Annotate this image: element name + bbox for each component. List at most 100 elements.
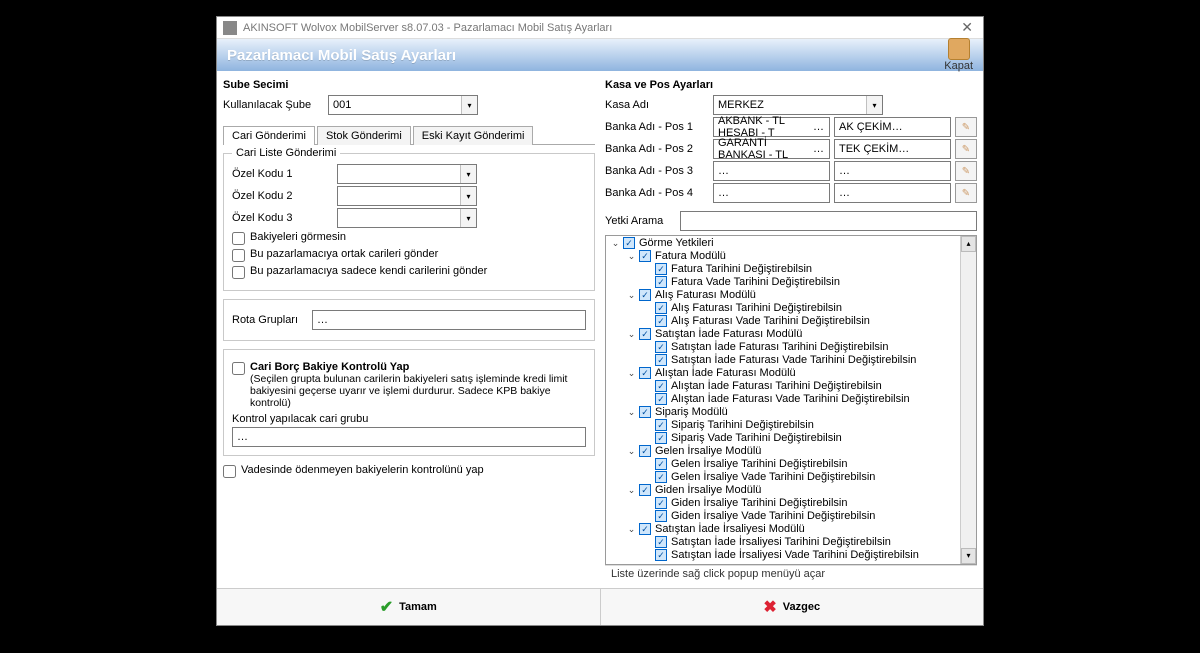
tree-node[interactable]: ⌄✓Satıştan İade İrsaliyesi Modülü bbox=[626, 523, 976, 535]
tree-node[interactable]: ✓Alıştan İade Faturası Tarihini Değiştir… bbox=[642, 380, 976, 392]
tree-node[interactable]: ✓Fatura Vade Tarihini Değiştirebilsin bbox=[642, 276, 976, 288]
tree-node[interactable]: ⌄✓Alış Faturası Modülü bbox=[626, 289, 976, 301]
tree-node[interactable]: ✓Gelen İrsaliye Tarihini Değiştirebilsin bbox=[642, 458, 976, 470]
checkbox-icon[interactable]: ✓ bbox=[655, 549, 667, 561]
pos3-edit-button[interactable]: ✎ bbox=[955, 161, 977, 181]
pos2-bank-input[interactable]: GARANTİ BANKASI - TL… bbox=[713, 139, 830, 159]
left-column: Sube Secimi Kullanılacak Şube 001▾ Cari … bbox=[223, 77, 595, 582]
tree-node[interactable]: ⌄✓Giden İrsaliye Modülü bbox=[626, 484, 976, 496]
checkbox-icon[interactable]: ✓ bbox=[655, 341, 667, 353]
kasa-combo[interactable]: MERKEZ▾ bbox=[713, 95, 883, 115]
checkbox-icon[interactable]: ✓ bbox=[655, 471, 667, 483]
tab-stok[interactable]: Stok Gönderimi bbox=[317, 126, 411, 145]
tree-node[interactable]: ⌄✓Fatura Modülü bbox=[626, 250, 976, 262]
chk-ortak[interactable] bbox=[232, 249, 245, 262]
kontrol-grubu-input[interactable]: … bbox=[232, 427, 586, 447]
chk-bakiye[interactable] bbox=[232, 232, 245, 245]
checkbox-icon[interactable]: ✓ bbox=[655, 263, 667, 275]
pos4-type-input[interactable]: … bbox=[834, 183, 951, 203]
tree-node[interactable]: ✓Gelen İrsaliye Vade Tarihini Değiştireb… bbox=[642, 471, 976, 483]
pos-row: Banka Adı - Pos 1AKBANK - TL HESABI - T…… bbox=[605, 117, 977, 137]
cancel-button[interactable]: ✖Vazgec bbox=[601, 589, 984, 625]
pos3-bank-input[interactable]: … bbox=[713, 161, 830, 181]
tree-node[interactable]: ⌄✓Satıştan İade Faturası Modülü bbox=[626, 328, 976, 340]
tree-node[interactable]: ✓Satıştan İade İrsaliyesi Tarihini Değiş… bbox=[642, 536, 976, 548]
checkbox-icon[interactable]: ✓ bbox=[639, 484, 651, 496]
checkbox-icon[interactable]: ✓ bbox=[655, 497, 667, 509]
tree-node[interactable]: ✓Fatura Tarihini Değiştirebilsin bbox=[642, 263, 976, 275]
checkbox-icon[interactable]: ✓ bbox=[655, 380, 667, 392]
tab-eski[interactable]: Eski Kayıt Gönderimi bbox=[413, 126, 534, 145]
button-bar: ✔Tamam ✖Vazgec bbox=[217, 588, 983, 625]
tree-node[interactable]: ✓Satıştan İade İrsaliyesi Vade Tarihini … bbox=[642, 549, 976, 561]
checkbox-icon[interactable]: ✓ bbox=[639, 328, 651, 340]
tree-node[interactable]: ⌄✓Alıştan İade Faturası Modülü bbox=[626, 367, 976, 379]
pos-row: Banka Adı - Pos 3……✎ bbox=[605, 161, 977, 181]
pos2-type-input[interactable]: TEK ÇEKİM… bbox=[834, 139, 951, 159]
banner-close-button[interactable]: Kapat bbox=[944, 38, 973, 72]
ozel2-combo[interactable]: ▾ bbox=[337, 186, 477, 206]
scrollbar[interactable]: ▴ ▾ bbox=[960, 236, 976, 564]
tree-node[interactable]: ✓Alıştan İade Faturası Vade Tarihini Değ… bbox=[642, 393, 976, 405]
chevron-down-icon: ▾ bbox=[460, 209, 476, 227]
checkbox-icon[interactable]: ✓ bbox=[655, 510, 667, 522]
pos3-type-input[interactable]: … bbox=[834, 161, 951, 181]
checkbox-icon[interactable]: ✓ bbox=[655, 276, 667, 288]
checkbox-icon[interactable]: ✓ bbox=[655, 315, 667, 327]
chk-vade[interactable] bbox=[223, 465, 236, 478]
ellipsis-icon: … bbox=[237, 431, 249, 443]
chk-borc[interactable] bbox=[232, 362, 245, 375]
rota-input[interactable]: … bbox=[312, 310, 586, 330]
tree-node[interactable]: ✓Satıştan İade Faturası Tarihini Değişti… bbox=[642, 341, 976, 353]
pos1-bank-input[interactable]: AKBANK - TL HESABI - T… bbox=[713, 117, 830, 137]
window-title: AKINSOFT Wolvox MobilServer s8.07.03 - P… bbox=[243, 22, 612, 34]
tree-node[interactable]: ✓Giden İrsaliye Vade Tarihini Değiştireb… bbox=[642, 510, 976, 522]
tree-node[interactable]: ⌄✓Görme Yetkileri bbox=[610, 237, 976, 249]
tree-node[interactable]: ⌄✓Sipariş Modülü bbox=[626, 406, 976, 418]
checkbox-icon[interactable]: ✓ bbox=[623, 237, 635, 249]
checkbox-icon[interactable]: ✓ bbox=[655, 458, 667, 470]
checkbox-icon[interactable]: ✓ bbox=[655, 536, 667, 548]
ok-button[interactable]: ✔Tamam bbox=[217, 589, 601, 625]
checkbox-icon[interactable]: ✓ bbox=[639, 406, 651, 418]
pos1-type-input[interactable]: AK ÇEKİM… bbox=[834, 117, 951, 137]
pos4-edit-button[interactable]: ✎ bbox=[955, 183, 977, 203]
pos1-edit-button[interactable]: ✎ bbox=[955, 117, 977, 137]
checkbox-icon[interactable]: ✓ bbox=[655, 393, 667, 405]
sube-combo[interactable]: 001▾ bbox=[328, 95, 478, 115]
checkbox-icon[interactable]: ✓ bbox=[655, 432, 667, 444]
tree-node[interactable]: ⌄✓Gelen İrsaliye Modülü bbox=[626, 445, 976, 457]
section-kasa: Kasa ve Pos Ayarları bbox=[605, 79, 977, 91]
checkbox-icon[interactable]: ✓ bbox=[639, 367, 651, 379]
permission-tree[interactable]: ⌄✓Görme Yetkileri⌄✓Fatura Modülü✓Fatura … bbox=[605, 235, 977, 565]
titlebar: AKINSOFT Wolvox MobilServer s8.07.03 - P… bbox=[217, 17, 983, 39]
tree-node[interactable]: ✓Satıştan İade Faturası Vade Tarihini De… bbox=[642, 354, 976, 366]
scroll-down-icon[interactable]: ▾ bbox=[961, 548, 976, 564]
checkbox-icon[interactable]: ✓ bbox=[639, 250, 651, 262]
checkbox-icon[interactable]: ✓ bbox=[655, 302, 667, 314]
chevron-down-icon: ▾ bbox=[460, 187, 476, 205]
ellipsis-icon: … bbox=[892, 121, 904, 133]
gonderim-tabs: Cari Gönderimi Stok Gönderimi Eski Kayıt… bbox=[223, 125, 595, 145]
tree-node[interactable]: ✓Alış Faturası Vade Tarihini Değiştirebi… bbox=[642, 315, 976, 327]
tree-node[interactable]: ✓Giden İrsaliye Tarihini Değiştirebilsin bbox=[642, 497, 976, 509]
checkbox-icon[interactable]: ✓ bbox=[655, 419, 667, 431]
yetki-search-input[interactable] bbox=[680, 211, 977, 231]
checkbox-icon[interactable]: ✓ bbox=[639, 523, 651, 535]
group-rota: Rota Grupları … bbox=[223, 299, 595, 341]
tab-cari[interactable]: Cari Gönderimi bbox=[223, 126, 315, 145]
tree-node[interactable]: ✓Alış Faturası Tarihini Değiştirebilsin bbox=[642, 302, 976, 314]
pos2-edit-button[interactable]: ✎ bbox=[955, 139, 977, 159]
checkbox-icon[interactable]: ✓ bbox=[655, 354, 667, 366]
checkbox-icon[interactable]: ✓ bbox=[639, 445, 651, 457]
close-icon[interactable]: ✕ bbox=[957, 19, 977, 36]
tree-node[interactable]: ✓Sipariş Vade Tarihini Değiştirebilsin bbox=[642, 432, 976, 444]
scroll-up-icon[interactable]: ▴ bbox=[961, 236, 976, 252]
chk-kendi[interactable] bbox=[232, 266, 245, 279]
ozel3-combo[interactable]: ▾ bbox=[337, 208, 477, 228]
pos4-bank-input[interactable]: … bbox=[713, 183, 830, 203]
ellipsis-icon: … bbox=[839, 165, 851, 177]
ozel1-combo[interactable]: ▾ bbox=[337, 164, 477, 184]
tree-node[interactable]: ✓Sipariş Tarihini Değiştirebilsin bbox=[642, 419, 976, 431]
checkbox-icon[interactable]: ✓ bbox=[639, 289, 651, 301]
